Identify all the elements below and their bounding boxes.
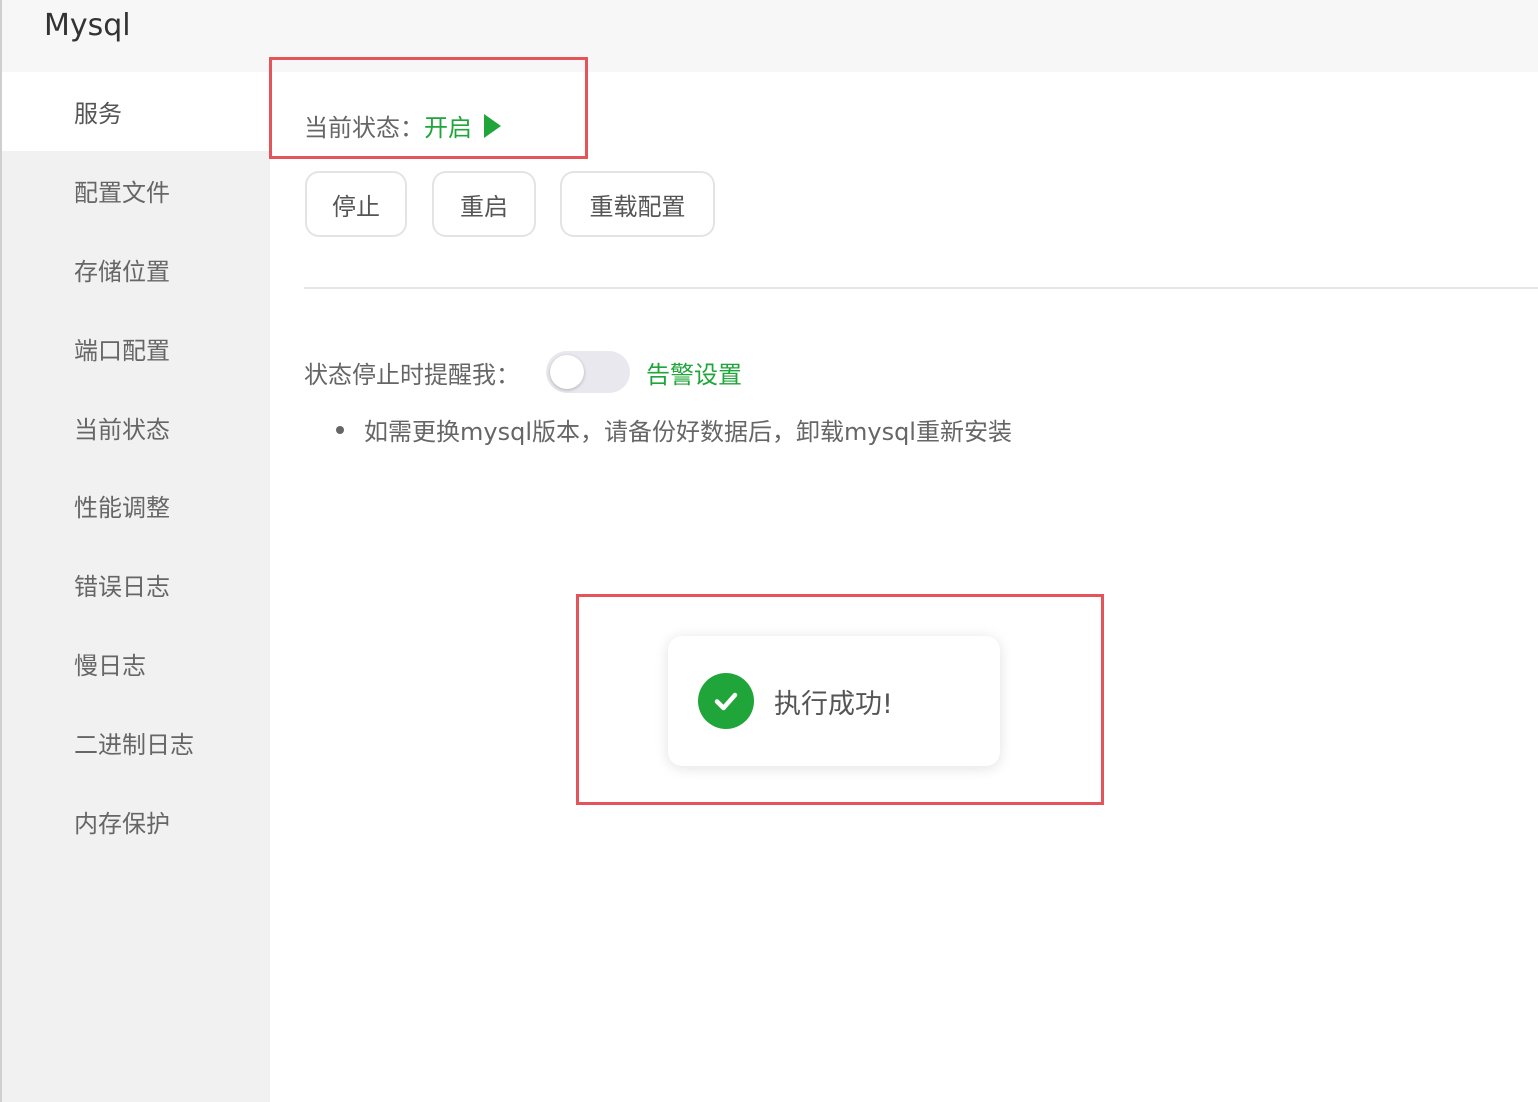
toggle-knob <box>550 355 584 389</box>
service-status: 当前状态： 开启 <box>304 108 501 143</box>
sidebar-item-error-log[interactable]: 错误日志 <box>2 545 270 624</box>
sidebar-item-current-status[interactable]: 当前状态 <box>2 388 270 467</box>
sidebar-item-performance-tuning[interactable]: 性能调整 <box>2 466 270 545</box>
sidebar-item-memory-protection[interactable]: 内存保护 <box>2 782 270 861</box>
note-text: 如需更换mysql版本，请备份好数据后，卸载mysql重新安装 <box>364 418 1012 446</box>
sidebar-item-service[interactable]: 服务 <box>2 72 270 151</box>
alert-label: 状态停止时提醒我： <box>304 360 520 389</box>
bullet-icon <box>336 425 344 434</box>
reload-config-button[interactable]: 重载配置 <box>560 171 715 237</box>
sidebar-item-slow-log[interactable]: 慢日志 <box>2 624 270 703</box>
divider <box>304 287 1538 289</box>
title-bar: Mysql <box>2 0 1538 72</box>
window-title: Mysql <box>44 8 131 43</box>
stop-alert-row: 状态停止时提醒我： 告警设置 <box>304 350 742 394</box>
alert-settings-link[interactable]: 告警设置 <box>646 355 742 390</box>
status-label: 当前状态： <box>304 114 424 142</box>
play-icon <box>484 113 501 138</box>
toast-message: 执行成功! <box>774 688 893 720</box>
check-circle-icon <box>698 673 754 729</box>
checkmark-icon <box>714 692 738 711</box>
status-value: 开启 <box>424 114 472 142</box>
sidebar-item-binary-log[interactable]: 二进制日志 <box>2 703 270 782</box>
alert-toggle[interactable] <box>546 351 630 393</box>
sidebar-item-config-file[interactable]: 配置文件 <box>2 151 270 230</box>
success-toast: 执行成功! <box>668 636 1000 766</box>
stop-button[interactable]: 停止 <box>305 171 407 237</box>
sidebar-item-port-config[interactable]: 端口配置 <box>2 309 270 388</box>
version-note: 如需更换mysql版本，请备份好数据后，卸载mysql重新安装 <box>336 412 1012 447</box>
restart-button[interactable]: 重启 <box>432 171 536 237</box>
mysql-window: Mysql 服务 配置文件 存储位置 端口配置 当前状态 性能调整 错误日志 慢… <box>0 0 1538 1102</box>
sidebar-item-storage-location[interactable]: 存储位置 <box>2 230 270 309</box>
sidebar: 服务 配置文件 存储位置 端口配置 当前状态 性能调整 错误日志 慢日志 二进制… <box>2 72 270 1102</box>
